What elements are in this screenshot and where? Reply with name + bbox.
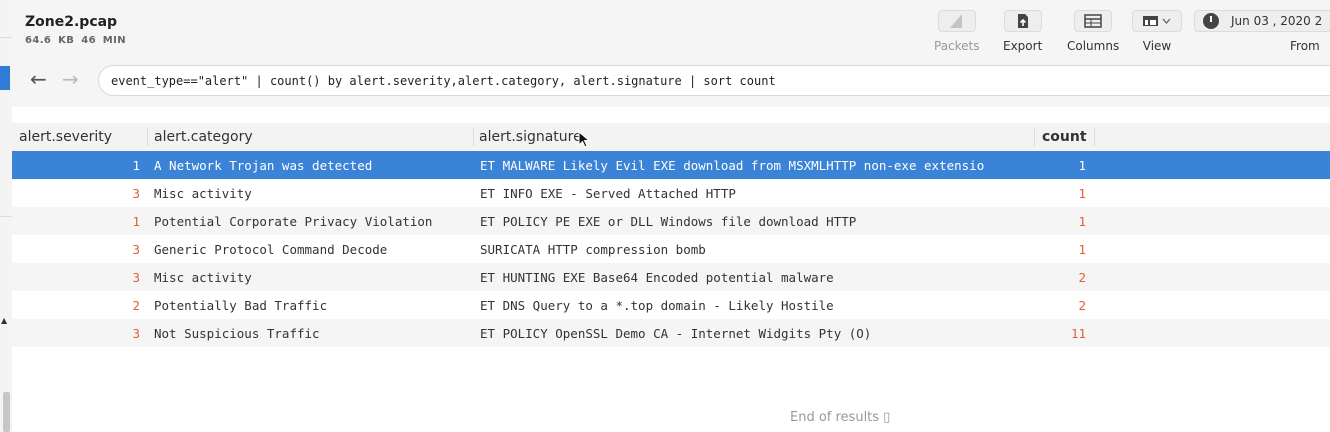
columns-icon (1074, 10, 1113, 32)
cell-signature: ET HUNTING EXE Base64 Encoded potential … (480, 270, 834, 285)
cell-count: 1 (1078, 158, 1086, 173)
left-sidebar-strip: ▲ (0, 0, 12, 432)
column-header-category[interactable]: alert.category (154, 129, 253, 145)
cell-count: 1 (1078, 214, 1086, 229)
columns-label: Columns (1067, 39, 1120, 53)
cell-signature: ET DNS Query to a *.top domain - Likely … (480, 298, 834, 313)
sidebar-divider (0, 37, 12, 38)
column-resizer[interactable] (473, 128, 474, 146)
column-resizer[interactable] (147, 128, 148, 146)
shark-fin-icon (937, 10, 976, 32)
file-title: Zone2.pcap (25, 14, 118, 30)
back-arrow-icon[interactable]: ← (30, 67, 47, 91)
cell-category: A Network Trojan was detected (154, 158, 373, 173)
export-label: Export (1003, 39, 1043, 53)
table-row[interactable]: 1 A Network Trojan was detected ET MALWA… (12, 151, 1330, 179)
date-value: Jun 03 , 2020 2 (1231, 14, 1323, 28)
column-header-count[interactable]: count (1042, 129, 1087, 145)
cell-category: Misc activity (154, 270, 252, 285)
cell-count: 2 (1078, 270, 1086, 285)
header: Zone2.pcap 64.6 KB 46 MIN Packets Export… (12, 0, 1330, 107)
table-row[interactable]: 2 Potentially Bad Traffic ET DNS Query t… (12, 291, 1330, 319)
column-resizer[interactable] (1034, 128, 1035, 146)
cell-count: 1 (1078, 242, 1086, 257)
cell-count: 2 (1078, 298, 1086, 313)
cell-category: Misc activity (154, 186, 252, 201)
cell-severity: 2 (132, 298, 140, 313)
cell-signature: ET INFO EXE - Served Attached HTTP (480, 186, 736, 201)
cell-category: Not Suspicious Traffic (154, 326, 320, 341)
column-header-signature[interactable]: alert.signature (479, 129, 582, 145)
cell-signature: ET POLICY PE EXE or DLL Windows file dow… (480, 214, 857, 229)
table-row[interactable]: 3 Misc activity ET HUNTING EXE Base64 En… (12, 263, 1330, 291)
cell-signature: SURICATA HTTP compression bomb (480, 242, 706, 257)
packets-button[interactable]: Packets (934, 10, 980, 53)
clock-icon (1203, 13, 1219, 29)
cell-severity: 3 (132, 326, 140, 341)
column-resizer[interactable] (1094, 128, 1095, 146)
export-button[interactable]: Export (1003, 10, 1042, 53)
cell-category: Potentially Bad Traffic (154, 298, 328, 313)
column-header-row: alert.severity alert.category alert.sign… (12, 123, 1330, 151)
sidebar-selected-item[interactable] (0, 66, 10, 90)
export-icon (1003, 10, 1042, 32)
table-row[interactable]: 3 Not Suspicious Traffic ET POLICY OpenS… (12, 319, 1330, 347)
cell-severity: 1 (132, 158, 140, 173)
table-row[interactable]: 3 Misc activity ET INFO EXE - Served Att… (12, 179, 1330, 207)
mouse-cursor-icon (578, 131, 590, 148)
view-button[interactable]: View (1132, 10, 1182, 53)
collapse-caret-icon[interactable]: ▲ (1, 316, 7, 325)
cell-severity: 1 (132, 214, 140, 229)
from-label: From (1290, 39, 1320, 53)
cell-signature: ET POLICY OpenSSL Demo CA - Internet Wid… (480, 326, 872, 341)
cell-severity: 3 (132, 242, 140, 257)
column-header-severity[interactable]: alert.severity (19, 129, 112, 145)
table-row[interactable]: 3 Generic Protocol Command Decode SURICA… (12, 235, 1330, 263)
cell-signature: ET MALWARE Likely Evil EXE download from… (480, 158, 985, 173)
forward-arrow-icon[interactable]: → (62, 67, 79, 91)
view-label: View (1142, 39, 1172, 53)
sidebar-divider (0, 216, 12, 217)
end-of-results: End of results ▯ (790, 410, 891, 425)
cell-severity: 3 (132, 186, 140, 201)
cell-count: 11 (1070, 326, 1086, 341)
cell-category: Generic Protocol Command Decode (154, 242, 388, 257)
search-query-input[interactable]: event_type=="alert" | count() by alert.s… (98, 65, 1330, 96)
cell-count: 1 (1078, 186, 1086, 201)
sidebar-scrollbar[interactable] (3, 392, 10, 432)
cell-severity: 3 (132, 270, 140, 285)
columns-button[interactable]: Columns (1067, 10, 1119, 53)
date-range-from[interactable]: Jun 03 , 2020 2 (1194, 10, 1330, 32)
results-table: 1 A Network Trojan was detected ET MALWA… (12, 151, 1330, 347)
cell-category: Potential Corporate Privacy Violation (154, 214, 433, 229)
file-meta: 64.6 KB 46 MIN (25, 35, 127, 46)
packets-label: Packets (934, 39, 980, 53)
table-row[interactable]: 1 Potential Corporate Privacy Violation … (12, 207, 1330, 235)
view-layout-icon (1132, 10, 1182, 32)
